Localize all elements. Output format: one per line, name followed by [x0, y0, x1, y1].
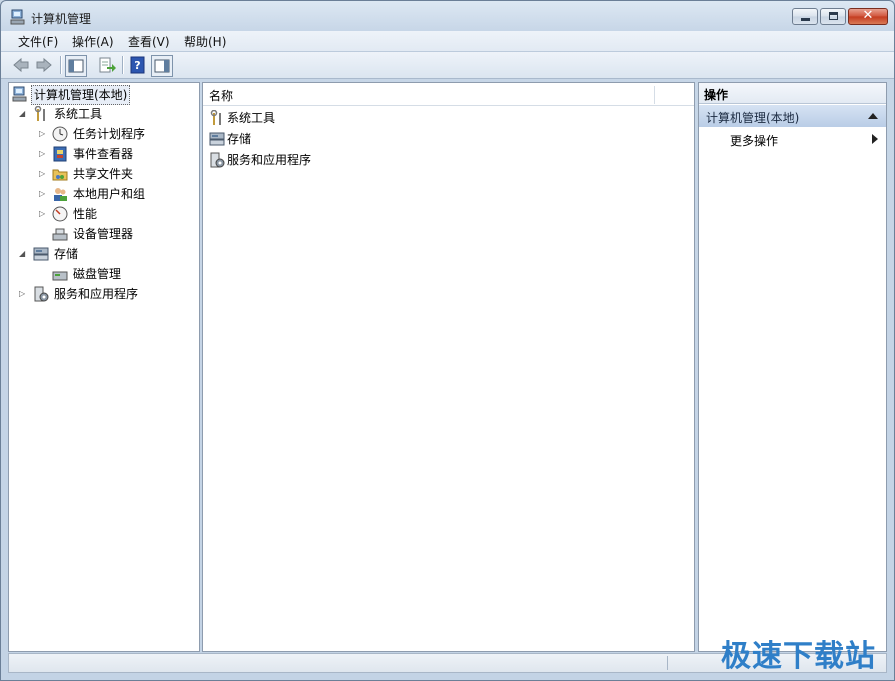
menu-bar: 文件(F) 操作(A) 查看(V) 帮助(H) [1, 31, 894, 52]
performance-icon [52, 206, 68, 222]
submenu-arrow-icon [872, 134, 878, 144]
toolbar: ? [1, 52, 894, 79]
window-title: 计算机管理 [31, 12, 92, 26]
actions-section-label: 计算机管理(本地) [706, 111, 800, 125]
services-icon [210, 152, 225, 168]
caption-buttons: ✕ [790, 8, 888, 27]
storage-icon [33, 247, 49, 261]
device-manager-icon [52, 228, 68, 241]
tree-label: 本地用户和组 [73, 187, 146, 201]
menu-action[interactable]: 操作(A) [72, 33, 114, 50]
tree-label: 服务和应用程序 [54, 287, 139, 301]
expand-arrow-icon[interactable]: ▷ [39, 129, 47, 139]
expand-arrow-icon[interactable]: ▷ [39, 209, 47, 219]
disk-management-icon [52, 271, 68, 281]
expand-arrow-icon[interactable]: ▷ [39, 149, 47, 159]
results-pane[interactable]: 名称 系统工具 存储 服务和应用程序 [202, 82, 695, 652]
maximize-icon [829, 12, 838, 20]
console-tree-pane[interactable]: 计算机管理(本地) ◢ 系统工具 ▷ 任务计划程序 ▷ 事件查看器 ▷ 共享文件… [8, 82, 200, 652]
column-divider[interactable] [654, 86, 655, 104]
close-icon: ✕ [862, 8, 874, 23]
export-list-icon[interactable] [97, 55, 117, 75]
clock-icon [52, 126, 68, 142]
status-separator [667, 656, 668, 670]
tools-icon [210, 110, 221, 125]
column-header-row: 名称 [203, 83, 694, 106]
collapse-arrow-icon[interactable]: ◢ [19, 249, 27, 259]
list-item-label: 服务和应用程序 [227, 153, 312, 167]
tree-label: 计算机管理(本地) [31, 85, 131, 105]
list-item-label: 存储 [227, 132, 252, 146]
shared-folder-icon [52, 169, 68, 181]
menu-file[interactable]: 文件(F) [18, 33, 58, 50]
tree-label: 设备管理器 [73, 227, 134, 241]
more-actions-label: 更多操作 [730, 134, 779, 148]
forward-icon[interactable] [34, 55, 54, 75]
expand-arrow-icon[interactable]: ▷ [39, 169, 47, 179]
show-hide-console-tree-icon[interactable] [65, 55, 87, 77]
column-header-name[interactable]: 名称 [209, 87, 233, 104]
list-item-label: 系统工具 [227, 111, 276, 125]
services-icon [34, 286, 49, 302]
collapse-arrow-icon[interactable]: ◢ [19, 109, 27, 119]
storage-icon [209, 132, 225, 146]
event-viewer-icon [53, 146, 67, 162]
more-actions-item[interactable]: 更多操作 [699, 129, 886, 149]
toolbar-separator [122, 56, 124, 74]
show-hide-action-pane-icon[interactable] [151, 55, 173, 77]
tree-label: 任务计划程序 [73, 127, 146, 141]
tree-label: 系统工具 [54, 107, 103, 121]
help-icon[interactable]: ? [128, 55, 148, 75]
tools-icon [34, 106, 45, 121]
collapse-section-icon[interactable] [868, 113, 878, 119]
tree-label: 性能 [73, 207, 98, 221]
expand-arrow-icon[interactable]: ▷ [39, 189, 47, 199]
computer-management-icon [10, 9, 25, 25]
actions-header: 操作 [699, 83, 886, 104]
svg-text:?: ? [134, 59, 140, 72]
tree-label: 共享文件夹 [73, 167, 134, 181]
watermark-logo: 极速下载站 [721, 639, 876, 674]
tree-label: 事件查看器 [73, 147, 134, 161]
computer-management-icon [12, 86, 27, 102]
maximize-button[interactable] [820, 8, 846, 25]
tree-label: 存储 [54, 247, 79, 261]
expand-arrow-icon[interactable]: ▷ [19, 289, 27, 299]
back-icon[interactable] [11, 55, 31, 75]
menu-help[interactable]: 帮助(H) [184, 33, 226, 50]
toolbar-separator [60, 56, 62, 74]
minimize-icon [801, 18, 810, 21]
minimize-button[interactable] [792, 8, 818, 25]
actions-pane: 操作 计算机管理(本地) 更多操作 [698, 82, 887, 652]
title-bar[interactable]: 计算机管理 ✕ [1, 1, 894, 31]
computer-management-window: 计算机管理 ✕ 文件(F) 操作(A) 查看(V) 帮助(H) ? 计算机管理(… [0, 0, 895, 681]
close-button[interactable]: ✕ [848, 8, 888, 25]
actions-section-computer-management[interactable]: 计算机管理(本地) [699, 105, 886, 127]
actions-title: 操作 [704, 88, 729, 102]
users-icon [54, 188, 67, 201]
tree-label: 磁盘管理 [73, 267, 122, 281]
menu-view[interactable]: 查看(V) [128, 33, 170, 50]
